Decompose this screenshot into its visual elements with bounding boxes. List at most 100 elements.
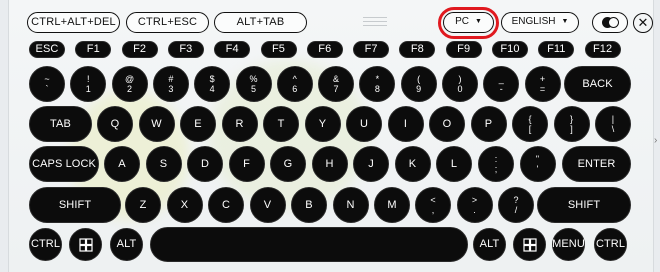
key-left-alt[interactable]: ALT	[110, 228, 143, 261]
key-right-windows[interactable]	[513, 228, 546, 261]
close-button[interactable]: ✕	[633, 13, 653, 33]
key-label: F4	[225, 43, 239, 55]
key-shift-label: #	[168, 74, 174, 84]
key-right-shift[interactable]: SHIFT	[537, 187, 631, 223]
key-v[interactable]: V	[249, 187, 286, 223]
ctrl-esc-button[interactable]: CTRL+ESC	[126, 12, 209, 33]
key-y[interactable]: Y	[304, 106, 341, 142]
key-base-label: 2	[127, 84, 133, 94]
key-number-5[interactable]: % 5	[235, 66, 272, 102]
key-label: G	[283, 157, 293, 170]
key-number-12[interactable]: + =	[524, 66, 561, 102]
key-symbol-0[interactable]: {[	[512, 106, 548, 142]
panel-expand-arrow-icon[interactable]: ›	[654, 136, 660, 146]
key-h[interactable]: H	[311, 146, 348, 182]
key-j[interactable]: J	[353, 146, 389, 182]
key-f10[interactable]: F10	[492, 41, 528, 58]
key-z[interactable]: Z	[125, 187, 161, 223]
key-label: CAPS LOCK	[32, 157, 96, 170]
key-label: E	[194, 117, 202, 130]
key-f9[interactable]: F9	[445, 41, 482, 58]
key-label: ALT	[479, 238, 500, 250]
key-u[interactable]: U	[346, 106, 382, 142]
key-label: F6	[318, 43, 332, 55]
windows-logo-icon	[78, 237, 93, 252]
key-number-9[interactable]: (9	[400, 66, 437, 102]
drag-handle-icon[interactable]	[363, 17, 387, 27]
key-f[interactable]: F	[228, 146, 265, 182]
key-s[interactable]: S	[145, 146, 182, 182]
key-p[interactable]: P	[470, 106, 507, 142]
key-q[interactable]: Q	[97, 106, 133, 142]
key-left-windows[interactable]	[69, 228, 102, 261]
key-symbol-1[interactable]: }]	[553, 106, 590, 142]
key-m[interactable]: M	[374, 187, 410, 223]
key-number-10[interactable]: ) 0	[442, 66, 478, 102]
key-tab[interactable]: TAB	[29, 106, 92, 142]
key-b[interactable]: B	[291, 187, 327, 223]
key-f1[interactable]: F1	[75, 41, 112, 58]
key-label: F12	[592, 43, 613, 55]
key-f7[interactable]: F7	[353, 41, 390, 58]
ctrl-alt-del-button[interactable]: CTRL+ALT+DEL	[27, 12, 120, 33]
key-number-7[interactable]: & 7	[318, 66, 355, 102]
key-number-4[interactable]: $4	[194, 66, 231, 102]
key-right-ctrl[interactable]: CTRL	[594, 228, 627, 261]
key-shift-label: @	[124, 74, 135, 84]
key-shift-label: ^	[292, 74, 297, 84]
key-f6[interactable]: F6	[306, 41, 343, 58]
key-number-1[interactable]: ! 1	[70, 66, 107, 102]
key-symbol-home-1[interactable]: " '	[519, 146, 556, 182]
key-number-3[interactable]: #3	[152, 66, 189, 102]
key-c[interactable]: C	[208, 187, 244, 223]
key-number-0[interactable]: ~ `	[29, 66, 65, 102]
key-menu[interactable]: MENU	[552, 228, 585, 261]
key-esc[interactable]: ESC	[29, 41, 65, 58]
key-enter[interactable]: ENTER	[562, 146, 631, 182]
key-n[interactable]: N	[332, 187, 369, 223]
key-left-ctrl[interactable]: CTRL	[29, 228, 62, 261]
key-w[interactable]: W	[138, 106, 175, 142]
key-f8[interactable]: F8	[399, 41, 436, 58]
key-e[interactable]: E	[180, 106, 216, 142]
key-symbol-bottom-0[interactable]: <,	[415, 187, 451, 223]
key-caps-lock[interactable]: CAPS LOCK	[29, 146, 99, 182]
key-number-11[interactable]: _ -	[483, 66, 520, 102]
key-t[interactable]: T	[263, 106, 299, 142]
key-i[interactable]: I	[387, 106, 424, 142]
key-f4[interactable]: F4	[214, 41, 251, 58]
key-shift-label: &	[333, 74, 340, 84]
key-label: R	[235, 117, 244, 130]
language-dropdown[interactable]: ENGLISH ▼	[501, 12, 579, 33]
key-f12[interactable]: F12	[584, 41, 621, 58]
key-base-label: 5	[250, 84, 257, 94]
key-label: Y	[318, 117, 327, 130]
key-right-alt[interactable]: ALT	[473, 228, 506, 261]
key-f5[interactable]: F5	[260, 41, 297, 58]
key-number-6[interactable]: ^ 6	[276, 66, 313, 102]
key-f3[interactable]: F3	[167, 41, 204, 58]
key-a[interactable]: A	[104, 146, 140, 182]
key-shift-label: (	[417, 74, 421, 84]
key-spacebar[interactable]	[150, 227, 468, 262]
key-d[interactable]: D	[187, 146, 223, 182]
alt-tab-button[interactable]: ALT+TAB	[214, 12, 307, 33]
key-k[interactable]: K	[394, 146, 431, 182]
key-symbol-2[interactable]: | \	[595, 106, 631, 142]
key-left-shift[interactable]: SHIFT	[29, 187, 121, 223]
key-backspace[interactable]: BACK	[564, 66, 631, 102]
key-r[interactable]: R	[221, 106, 258, 142]
key-symbol-home-0[interactable]: :;	[478, 146, 514, 182]
key-number-8[interactable]: * 8	[359, 66, 396, 102]
key-f11[interactable]: F11	[538, 41, 575, 58]
key-o[interactable]: O	[429, 106, 465, 142]
theme-toggle-button[interactable]	[592, 12, 628, 33]
key-symbol-bottom-1[interactable]: >.	[456, 187, 493, 223]
key-f2[interactable]: F2	[121, 41, 158, 58]
key-x[interactable]: X	[166, 187, 203, 223]
key-symbol-bottom-2[interactable]: ? /	[498, 187, 534, 223]
key-l[interactable]: L	[436, 146, 472, 182]
key-label: ESC	[35, 43, 59, 55]
key-g[interactable]: G	[270, 146, 306, 182]
key-number-2[interactable]: @2	[111, 66, 148, 102]
